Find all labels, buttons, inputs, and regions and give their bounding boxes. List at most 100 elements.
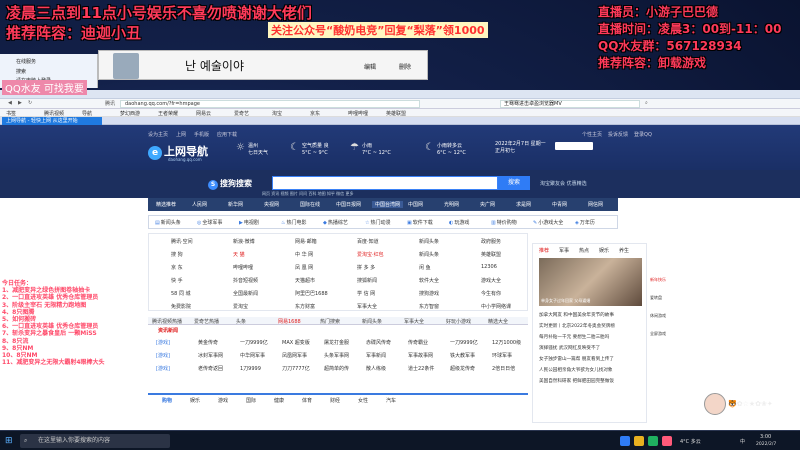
windows-start-icon[interactable]: ⊞ bbox=[5, 436, 13, 446]
site-link[interactable]: 抖音短视频 bbox=[233, 277, 258, 284]
site-link[interactable]: 12306 bbox=[481, 264, 497, 270]
news-link[interactable]: 头条军事网 bbox=[324, 352, 349, 359]
site-link[interactable]: 中小学网络课 bbox=[481, 303, 511, 310]
news-list-item[interactable]: 每月补贴一千元 要想生二胎三胎吗 bbox=[539, 334, 609, 340]
left-panel-item[interactable]: 搜索 bbox=[16, 68, 26, 75]
bottom-tab[interactable]: 娱乐 bbox=[190, 397, 200, 404]
search-promo[interactable]: 淘宝聚友会 优惠精选 bbox=[540, 180, 587, 187]
section-tab[interactable]: 好玩小游戏 bbox=[446, 318, 471, 325]
nav-item[interactable]: 央视网 bbox=[264, 201, 279, 208]
news-tab[interactable]: 热点 bbox=[579, 247, 589, 254]
section-tab[interactable]: 爱奇艺热播 bbox=[194, 318, 219, 325]
bottom-tab[interactable]: 体育 bbox=[302, 397, 312, 404]
icon-bar-item[interactable]: ▤新闻头条 bbox=[155, 219, 181, 226]
nav-item[interactable]: 中国台湾网 bbox=[372, 201, 404, 208]
nav-item[interactable]: 精选推荐 bbox=[156, 201, 176, 208]
top-link[interactable]: 设为主页 bbox=[148, 132, 168, 138]
news-tab[interactable]: 推荐 bbox=[539, 247, 549, 254]
section-tab[interactable]: 网易1688 bbox=[278, 318, 301, 325]
bottom-tab[interactable]: 国际 bbox=[246, 397, 256, 404]
site-link[interactable]: 网易·邮箱 bbox=[295, 238, 317, 245]
site-link[interactable]: 中 华 网 bbox=[295, 251, 313, 258]
taskbar-search-input[interactable]: ⌕ 在这里输入你要搜索的内容 bbox=[20, 434, 170, 448]
bookmark-item[interactable]: 腾讯视频 bbox=[44, 110, 64, 117]
site-link[interactable]: 百度·知道 bbox=[357, 238, 379, 245]
nav-item[interactable]: 光明网 bbox=[444, 201, 459, 208]
nav-item[interactable]: 新华网 bbox=[228, 201, 243, 208]
weather-today[interactable]: ☂ 小雨 7°C ~ 12°C bbox=[350, 143, 391, 157]
news-link[interactable]: [游戏] bbox=[156, 352, 170, 359]
icon-bar-item[interactable]: ◐玩游戏 bbox=[449, 219, 469, 226]
news-link[interactable]: [游戏] bbox=[156, 339, 170, 346]
news-caption[interactable]: 单身女子过年回家 父母逼婚 bbox=[541, 298, 590, 304]
news-link[interactable]: 一刀9999亿 bbox=[450, 339, 478, 346]
site-link[interactable]: 新浪·微博 bbox=[233, 238, 255, 245]
search-icon[interactable]: ⌕ bbox=[645, 100, 648, 106]
top-link[interactable]: 个性主页 bbox=[582, 132, 602, 138]
top-link[interactable]: 登录QQ bbox=[634, 132, 652, 138]
nav-item[interactable]: 国际在线 bbox=[300, 201, 320, 208]
news-list-item[interactable]: 演绎骚扰 武汉网红反映受不了 bbox=[539, 345, 600, 351]
news-link[interactable]: 黄金传奇 bbox=[198, 339, 218, 346]
icon-bar-item[interactable]: ▣软件下载 bbox=[407, 219, 433, 226]
site-link[interactable]: 搜狐新闻 bbox=[357, 277, 377, 284]
icon-bar-item[interactable]: ♨热门电影 bbox=[281, 219, 307, 226]
browser-icon[interactable] bbox=[620, 436, 630, 446]
site-link[interactable]: 东方智窗 bbox=[419, 303, 439, 310]
section-tab[interactable]: 腾讯视频热播 bbox=[152, 318, 182, 325]
news-link[interactable]: 老传奇返回 bbox=[198, 365, 223, 372]
taskbar-weather[interactable]: 4°C 多云 bbox=[680, 438, 701, 445]
news-link[interactable]: 12万1000级 bbox=[492, 339, 521, 346]
news-link[interactable]: 传奇霸业 bbox=[408, 339, 428, 346]
news-link[interactable]: 道士22条件 bbox=[408, 365, 434, 372]
site-link[interactable]: 全国最新闻 bbox=[233, 290, 258, 297]
forward-icon[interactable]: ▶ bbox=[18, 100, 22, 106]
bottom-tab[interactable]: 游戏 bbox=[218, 397, 228, 404]
site-logo[interactable]: e 上网导航 daohang.qq.com bbox=[148, 143, 208, 162]
section-tab[interactable]: 精选大全 bbox=[488, 318, 508, 325]
news-link[interactable]: [游戏] bbox=[156, 365, 170, 372]
news-list-item[interactable]: 女子独步雷山一篇帮 朋友看到上传了 bbox=[539, 356, 614, 362]
site-link[interactable]: 爱淘宝 bbox=[233, 303, 248, 310]
bookmark-item[interactable]: 英雄联盟 bbox=[386, 110, 406, 117]
back-icon[interactable]: ◀ bbox=[8, 100, 12, 106]
side-popup-item[interactable]: 爱转盘 bbox=[650, 295, 662, 301]
site-link[interactable]: 免费影院 bbox=[171, 303, 191, 310]
nav-item[interactable]: 求是网 bbox=[516, 201, 531, 208]
top-link[interactable]: 手机版 bbox=[194, 132, 209, 138]
news-link[interactable]: 环球军事 bbox=[492, 352, 512, 359]
folder-icon[interactable] bbox=[634, 436, 644, 446]
news-link[interactable]: 散人练级 bbox=[366, 365, 386, 372]
bottom-tab[interactable]: 购物 bbox=[162, 397, 172, 404]
search-brand[interactable]: S 搜狗搜索 bbox=[208, 178, 252, 190]
news-list-item[interactable]: 人民公园相亲角大爷欲为女儿找对象 bbox=[539, 367, 613, 373]
bookmark-item[interactable]: 京东 bbox=[310, 110, 320, 117]
site-link[interactable]: 搜 狗 bbox=[171, 251, 183, 258]
weather-tomorrow[interactable]: ☾ 小雨转多云 6°C ~ 12°C bbox=[425, 143, 466, 157]
nav-item[interactable]: 央广网 bbox=[480, 201, 495, 208]
news-link[interactable]: 军事故事网 bbox=[408, 352, 433, 359]
site-link[interactable]: 新闻头条 bbox=[419, 238, 439, 245]
site-link[interactable]: 58 同 城 bbox=[171, 290, 191, 297]
news-link[interactable]: 超简单的传 bbox=[324, 365, 349, 372]
bookmark-item[interactable]: 淘宝 bbox=[272, 110, 282, 117]
wechat-icon[interactable] bbox=[648, 436, 658, 446]
url-input[interactable]: daohang.qq.com/?fr=hmpage bbox=[120, 100, 420, 108]
news-list-item[interactable]: 美国自然科研家 把鲜肥田园完整做饭 bbox=[539, 378, 614, 384]
bookmark-item[interactable]: 爱奇艺 bbox=[234, 110, 249, 117]
news-link[interactable]: 赤碟风传奇 bbox=[366, 339, 391, 346]
weather-air[interactable]: ☾ 空气质量 良 5°C ~ 9°C bbox=[290, 143, 329, 157]
icon-bar-item[interactable]: ✎小游戏大全 bbox=[533, 219, 563, 226]
news-tab[interactable]: 军事 bbox=[559, 247, 569, 254]
icon-bar-item[interactable]: ◈万年历 bbox=[575, 219, 595, 226]
news-link[interactable]: 冰封军事网 bbox=[198, 352, 223, 359]
site-link[interactable]: 游戏大全 bbox=[481, 277, 501, 284]
site-link[interactable]: 东方财富 bbox=[295, 303, 315, 310]
edit-button[interactable]: 编辑 bbox=[364, 62, 376, 71]
news-link[interactable]: MAX 超变版 bbox=[282, 339, 310, 346]
news-link[interactable]: 屠龙打金服 bbox=[324, 339, 349, 346]
bottom-tab[interactable]: 女性 bbox=[358, 397, 368, 404]
site-link[interactable]: 天 猫 bbox=[233, 251, 245, 258]
site-link[interactable]: 搜狗游戏 bbox=[419, 290, 439, 297]
search-options[interactable]: 网页 资讯 视频 图片 问问 百科 地图 知乎 微信 更多 bbox=[262, 191, 353, 197]
